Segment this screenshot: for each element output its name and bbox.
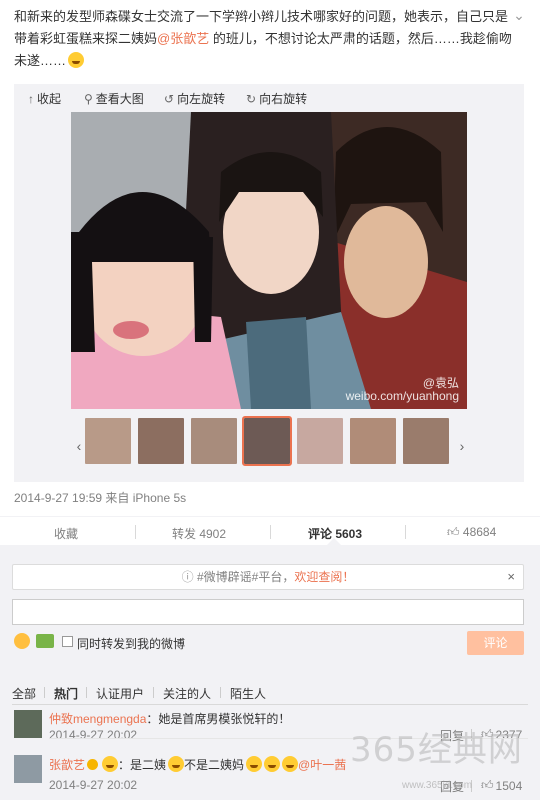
crying-emoji-icon	[68, 52, 85, 68]
comment-username[interactable]: 张歆艺	[49, 758, 85, 772]
rotate-left-icon: ↺	[164, 91, 175, 106]
thumbnail-6[interactable]	[350, 418, 396, 464]
notice-link[interactable]: 欢迎查阅！	[294, 570, 354, 584]
filter-underline	[12, 704, 528, 705]
thumbnail-5[interactable]	[297, 418, 343, 464]
avatar[interactable]	[14, 755, 42, 783]
filter-divider	[86, 687, 87, 698]
filter-all[interactable]: 全部	[12, 685, 36, 702]
action-divider	[270, 525, 271, 539]
action-bar: 收藏 转发 4902 评论 5603 👍︎ 48684	[0, 516, 540, 546]
media-toolbar: ↑ 收起 ⚲ 查看大图 ↺ 向左旋转 ↻ 向右旋转	[14, 84, 524, 112]
like-count: 48684	[462, 525, 497, 539]
rumor-notice-bar: ⓘ #微博辟谣#平台，欢迎查阅！ ×	[12, 564, 524, 590]
filter-hot[interactable]: 热门	[54, 685, 78, 702]
thumbnail-2[interactable]	[138, 418, 184, 464]
thumbnail-3[interactable]	[191, 418, 237, 464]
comment-body-a: ：是二姨	[118, 758, 167, 772]
thumb-up-icon: 👍︎	[447, 525, 460, 539]
post-mention[interactable]: @张歆艺	[157, 31, 209, 46]
action-divider	[405, 525, 406, 539]
thumbnail-4-selected[interactable]	[242, 416, 292, 466]
filter-divider	[153, 687, 154, 698]
avatar[interactable]	[14, 710, 42, 738]
filter-divider	[44, 687, 45, 698]
face-emoji-icon	[264, 756, 281, 772]
site-watermark: 365经典网	[350, 730, 523, 770]
post-text: 和新来的发型师森碟女士交流了一下学辫小辫儿技术哪家好的问题，她表示，自己只是带着…	[14, 6, 512, 72]
comment-like-count: 1504	[495, 778, 523, 793]
image-upload-icon[interactable]	[36, 634, 54, 648]
main-photo[interactable]: @袁弘 weibo.com/yuanhong	[71, 112, 467, 409]
rotate-right-icon: ↻	[246, 91, 257, 106]
weibo-post-card: 和新来的发型师森碟女士交流了一下学辫小辫儿技术哪家好的问题，她表示，自己只是带着…	[0, 0, 540, 800]
face-emoji-icon	[246, 756, 263, 772]
info-icon: ⓘ	[181, 570, 194, 584]
collapse-button[interactable]: ↑ 收起	[28, 90, 61, 107]
comment-mention[interactable]: @叶一茜	[298, 758, 346, 772]
repost-checkbox[interactable]	[62, 636, 73, 647]
active-tab-caret	[327, 538, 341, 545]
comment-username[interactable]: 仲致mengmengda	[49, 712, 146, 726]
face-emoji-icon	[282, 756, 299, 772]
face-emoji-icon	[168, 756, 185, 772]
repost-checkbox-label[interactable]: 同时转发到我的微博	[77, 635, 185, 652]
notice-text: #微博辟谣#平台，	[196, 570, 295, 584]
repost-button[interactable]: 转发 4902	[172, 525, 226, 542]
thumb-up-icon: 👍︎	[481, 778, 494, 792]
magnifier-icon: ⚲	[84, 91, 93, 106]
view-large-button[interactable]: ⚲ 查看大图	[84, 90, 144, 107]
photo-watermark: @袁弘 weibo.com/yuanhong	[346, 377, 459, 403]
like-button[interactable]: 👍︎ 48684	[447, 525, 496, 540]
filter-divider	[220, 687, 221, 698]
thumbnail-1[interactable]	[85, 418, 131, 464]
comment-input[interactable]	[12, 599, 524, 625]
rotate-right-button[interactable]: ↻ 向右旋转	[246, 90, 307, 107]
comment-text: 仲致mengmengda：她是首席男模张悦轩的！	[49, 710, 290, 727]
submit-comment-button[interactable]: 评论	[467, 631, 524, 655]
vip-badge-icon	[87, 759, 99, 770]
face-emoji-icon	[102, 756, 119, 772]
emoji-picker-icon[interactable]	[14, 633, 30, 649]
site-watermark-url: www.365jd.com	[402, 780, 473, 791]
collapse-icon: ↑	[28, 91, 34, 106]
rotate-left-label: 向左旋转	[177, 92, 226, 106]
close-icon[interactable]: ×	[507, 565, 515, 589]
media-viewer: ↑ 收起 ⚲ 查看大图 ↺ 向左旋转 ↻ 向右旋转 @袁弘 weibo.com/…	[14, 84, 524, 482]
filter-verified[interactable]: 认证用户	[96, 685, 144, 702]
action-divider	[135, 525, 136, 539]
comment-body: ：她是首席男模张悦轩的！	[146, 712, 291, 726]
comment-body-b: 不是二姨妈	[184, 758, 245, 772]
post-meta: 2014-9-27 19:59 来自 iPhone 5s	[14, 489, 186, 506]
rotate-left-button[interactable]: ↺ 向左旋转	[164, 90, 225, 107]
comment-time: 2014-9-27 20:02	[49, 778, 138, 792]
filter-stranger[interactable]: 陌生人	[230, 685, 266, 702]
post-source: 来自 iPhone 5s	[105, 491, 187, 505]
chevron-down-icon[interactable]: ⌄	[512, 8, 526, 22]
comment-like-button[interactable]: 👍︎ 1504	[481, 778, 522, 793]
collapse-label: 收起	[37, 92, 62, 106]
next-arrow-icon[interactable]: ›	[457, 436, 467, 456]
selfie-photo-illustration	[71, 112, 467, 409]
thumbnail-7[interactable]	[403, 418, 449, 464]
comment-text: 张歆艺 ：是二姨 不是二姨妈 @叶一茜	[49, 756, 346, 773]
post-timestamp[interactable]: 2014-9-27 19:59	[14, 491, 102, 505]
thumbnail-strip	[66, 416, 466, 466]
filter-following[interactable]: 关注的人	[163, 685, 211, 702]
view-large-label: 查看大图	[95, 92, 144, 106]
favorite-button[interactable]: 收藏	[54, 525, 78, 542]
rotate-right-label: 向右旋转	[259, 92, 308, 106]
comment-time: 2014-9-27 20:02	[49, 728, 138, 742]
photo-watermark-bottom: weibo.com/yuanhong	[345, 389, 459, 403]
